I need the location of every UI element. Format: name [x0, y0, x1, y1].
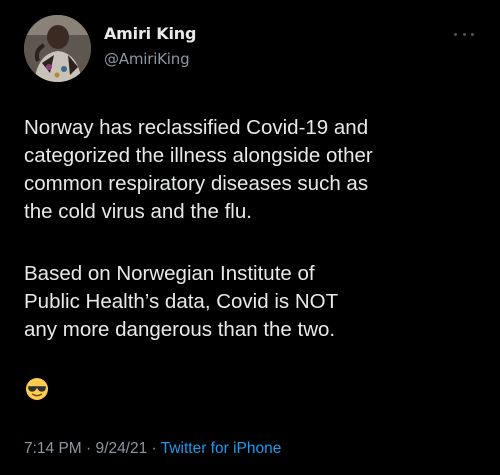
tweet-card: Amiri King @AmiriKing Norway has reclass… — [0, 0, 500, 475]
tweet-date[interactable]: 9/24/21 — [96, 440, 148, 457]
tweet-meta: 7:14 PM · 9/24/21 · Twitter for iPhone — [24, 440, 281, 458]
more-options-icon[interactable] — [454, 30, 474, 38]
sunglasses-emoji-icon — [26, 378, 48, 400]
author-handle[interactable]: @AmiriKing — [104, 50, 190, 68]
meta-separator: · — [81, 440, 96, 457]
tweet-source-link[interactable]: Twitter for iPhone — [161, 440, 282, 457]
tweet-text-paragraph-1: Norway has reclassified Covid-19 and cat… — [24, 116, 373, 223]
avatar[interactable] — [24, 15, 91, 82]
meta-separator-2: · — [147, 440, 161, 457]
tweet-text-paragraph-2: Based on Norwegian Institute of Public H… — [24, 262, 339, 341]
profile-photo-icon — [24, 15, 91, 82]
author-display-name[interactable]: Amiri King — [104, 24, 196, 43]
tweet-time[interactable]: 7:14 PM — [24, 440, 82, 457]
